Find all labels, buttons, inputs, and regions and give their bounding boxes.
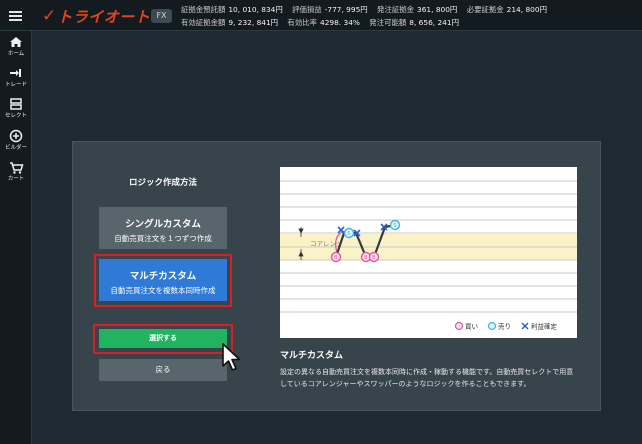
- effective-margin-label: 有効証拠金額: [181, 18, 226, 27]
- mouse-cursor-icon: [222, 343, 241, 371]
- legend-take-profit-label: 利益確定: [531, 322, 558, 331]
- deposit-value: 10, 010, 834円: [228, 5, 283, 14]
- effective-ratio-label: 有効比率: [287, 18, 317, 27]
- description-title: マルチカスタム: [280, 351, 344, 361]
- logic-method-dialog: ロジック作成方法 シングルカスタム 自動売買注文を１つずつ作成 マルチカスタム …: [72, 141, 601, 411]
- effective-margin-value: 9, 232, 841円: [228, 18, 279, 27]
- nav-home[interactable]: ホーム: [0, 34, 32, 64]
- fx-badge[interactable]: FX: [151, 9, 172, 23]
- nav-trade[interactable]: トレード: [0, 65, 32, 95]
- required-margin-label: 必要証拠金: [466, 5, 504, 14]
- order-margin-value: 361, 800円: [417, 5, 458, 14]
- nav-select-label: セレクト: [4, 113, 27, 119]
- required-margin-value: 214, 800円: [506, 5, 547, 14]
- brand-logo[interactable]: ✓ トライオート: [42, 6, 150, 26]
- builder-icon: [9, 129, 23, 143]
- multi-custom-subtitle: 自動売買注文を複数本同時作成: [110, 286, 216, 295]
- order-margin-label: 発注証拠金: [377, 5, 415, 14]
- dialog-title: ロジック作成方法: [128, 178, 197, 188]
- account-summary: 証拠金預託額 10, 010, 834円 評価損益 -777, 995円 発注証拠金…: [181, 3, 554, 29]
- unrealized-pl-label: 評価損益: [292, 5, 322, 14]
- menu-icon[interactable]: [9, 11, 22, 21]
- multi-custom-title: マルチカスタム: [129, 271, 197, 282]
- core-range-label: コアレンジ: [310, 240, 343, 248]
- legend-buy-icon: [454, 321, 464, 331]
- effective-ratio-value: 4298. 34%: [320, 18, 360, 27]
- back-button[interactable]: 戻る: [99, 359, 227, 381]
- home-icon: [10, 37, 22, 47]
- legend: 買い 売り 利益確定: [454, 321, 558, 331]
- multi-custom-option[interactable]: マルチカスタム 自動売買注文を複数本同時作成: [99, 259, 227, 301]
- legend-sell-icon: [487, 321, 497, 331]
- nav-home-label: ホーム: [7, 51, 25, 57]
- legend-sell: 売り: [487, 321, 511, 331]
- select-icon: [10, 98, 22, 110]
- single-custom-subtitle: 自動売買注文を１つずつ作成: [114, 234, 212, 243]
- brand-name: トライオート: [57, 7, 151, 26]
- single-custom-title: シングルカスタム: [125, 219, 201, 230]
- legend-buy-label: 買い: [465, 323, 478, 331]
- nav-cart-label: カート: [7, 176, 25, 182]
- nav-trade-label: トレード: [4, 82, 27, 88]
- multi-custom-diagram: コアレンジ B B B S S 買い 売り 利益確定: [280, 167, 577, 338]
- svg-text:S: S: [393, 223, 396, 229]
- description-body: 設定の異なる自動売買注文を複数本同時に作成・稼動する機能です。自動売買セレクトで…: [280, 368, 574, 388]
- single-custom-option[interactable]: シングルカスタム 自動売買注文を１つずつ作成: [99, 207, 227, 249]
- svg-text:B: B: [334, 255, 338, 261]
- orderable-amount-label: 発注可能額: [369, 18, 407, 27]
- select-button[interactable]: 選択する: [99, 329, 227, 348]
- sell-marker: S: [343, 227, 355, 239]
- nav-select[interactable]: セレクト: [0, 96, 32, 126]
- nav-builder-label: ビルダー: [4, 145, 27, 151]
- buy-marker: B: [368, 251, 380, 263]
- svg-text:S: S: [347, 231, 350, 237]
- side-nav: ホーム トレード セレクト ビルダー カート: [0, 31, 32, 444]
- orderable-amount-value: 8, 656, 241円: [409, 18, 459, 27]
- legend-sell-label: 売り: [498, 322, 511, 331]
- account-summary-row-2: 有効証拠金額 9, 232, 841円 有効比率 4298. 34% 発注可能額 8,…: [181, 16, 554, 29]
- deposit-label: 証拠金預託額: [181, 5, 226, 14]
- unrealized-pl-value: -777, 995円: [324, 5, 368, 14]
- buy-marker: B: [330, 251, 342, 263]
- svg-text:B: B: [372, 255, 376, 261]
- top-bar: ✓ トライオート FX 証拠金預託額 10, 010, 834円 評価損益 -777…: [0, 0, 642, 31]
- svg-text:B: B: [364, 255, 368, 261]
- cart-icon: [10, 162, 24, 174]
- nav-cart[interactable]: カート: [0, 159, 32, 189]
- nav-builder[interactable]: ビルダー: [0, 128, 32, 158]
- trade-icon: [10, 69, 21, 77]
- account-summary-row-1: 証拠金預託額 10, 010, 834円 評価損益 -777, 995円 発注証拠金…: [181, 3, 554, 16]
- logo-check-icon: ✓: [42, 6, 57, 26]
- sell-marker: S: [389, 219, 401, 231]
- legend-buy: 買い: [454, 321, 478, 331]
